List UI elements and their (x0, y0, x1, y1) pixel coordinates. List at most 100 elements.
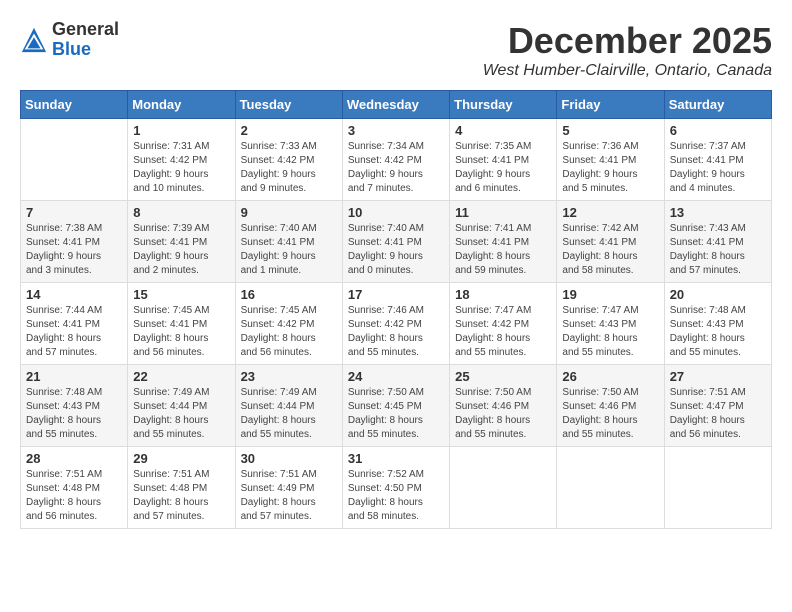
day-info: Sunrise: 7:47 AM Sunset: 4:43 PM Dayligh… (562, 304, 658, 360)
calendar-cell (21, 119, 128, 201)
day-info: Sunrise: 7:41 AM Sunset: 4:41 PM Dayligh… (455, 222, 551, 278)
calendar: SundayMondayTuesdayWednesdayThursdayFrid… (20, 90, 772, 529)
day-info: Sunrise: 7:37 AM Sunset: 4:41 PM Dayligh… (670, 140, 766, 196)
calendar-cell: 9 Sunrise: 7:40 AM Sunset: 4:41 PM Daylig… (235, 201, 342, 283)
day-info: Sunrise: 7:51 AM Sunset: 4:48 PM Dayligh… (133, 468, 229, 524)
day-number: 27 (670, 369, 766, 384)
month-title: December 2025 (483, 20, 772, 62)
calendar-cell: 27 Sunrise: 7:51 AM Sunset: 4:47 PM Dayli… (664, 365, 771, 447)
calendar-cell: 26 Sunrise: 7:50 AM Sunset: 4:46 PM Dayli… (557, 365, 664, 447)
calendar-cell: 20Sunrise: 7:48 AM Sunset: 4:43 PM Dayli… (664, 283, 771, 365)
calendar-cell: 23 Sunrise: 7:49 AM Sunset: 4:44 PM Dayli… (235, 365, 342, 447)
day-number: 11 (455, 205, 551, 220)
calendar-week-row: 14Sunrise: 7:44 AM Sunset: 4:41 PM Dayli… (21, 283, 772, 365)
logo-general-text: General (52, 20, 119, 40)
day-info: Sunrise: 7:36 AM Sunset: 4:41 PM Dayligh… (562, 140, 658, 196)
day-number: 23 (241, 369, 337, 384)
calendar-cell: 17 Sunrise: 7:46 AM Sunset: 4:42 PM Dayli… (342, 283, 449, 365)
day-number: 26 (562, 369, 658, 384)
calendar-cell (450, 447, 557, 529)
calendar-header-friday: Friday (557, 91, 664, 119)
calendar-cell: 11 Sunrise: 7:41 AM Sunset: 4:41 PM Dayli… (450, 201, 557, 283)
day-number: 28 (26, 451, 122, 466)
day-number: 22 (133, 369, 229, 384)
calendar-cell: 2 Sunrise: 7:33 AM Sunset: 4:42 PM Daylig… (235, 119, 342, 201)
day-info: Sunrise: 7:33 AM Sunset: 4:42 PM Dayligh… (241, 140, 337, 196)
logo-blue-text: Blue (52, 40, 119, 60)
calendar-cell: 30Sunrise: 7:51 AM Sunset: 4:49 PM Dayli… (235, 447, 342, 529)
calendar-cell: 8Sunrise: 7:39 AM Sunset: 4:41 PM Daylig… (128, 201, 235, 283)
day-number: 5 (562, 123, 658, 138)
day-number: 9 (241, 205, 337, 220)
calendar-week-row: 1Sunrise: 7:31 AM Sunset: 4:42 PM Daylig… (21, 119, 772, 201)
day-number: 21 (26, 369, 122, 384)
calendar-cell: 25Sunrise: 7:50 AM Sunset: 4:46 PM Dayli… (450, 365, 557, 447)
calendar-cell: 19 Sunrise: 7:47 AM Sunset: 4:43 PM Dayli… (557, 283, 664, 365)
calendar-cell (664, 447, 771, 529)
day-number: 13 (670, 205, 766, 220)
day-info: Sunrise: 7:51 AM Sunset: 4:49 PM Dayligh… (241, 468, 337, 524)
day-info: Sunrise: 7:52 AM Sunset: 4:50 PM Dayligh… (348, 468, 444, 524)
day-info: Sunrise: 7:40 AM Sunset: 4:41 PM Dayligh… (348, 222, 444, 278)
calendar-cell: 13 Sunrise: 7:43 AM Sunset: 4:41 PM Dayli… (664, 201, 771, 283)
day-number: 16 (241, 287, 337, 302)
day-number: 31 (348, 451, 444, 466)
location-title: West Humber-Clairville, Ontario, Canada (483, 62, 772, 80)
day-info: Sunrise: 7:49 AM Sunset: 4:44 PM Dayligh… (241, 386, 337, 442)
day-info: Sunrise: 7:48 AM Sunset: 4:43 PM Dayligh… (26, 386, 122, 442)
calendar-cell: 1Sunrise: 7:31 AM Sunset: 4:42 PM Daylig… (128, 119, 235, 201)
day-info: Sunrise: 7:50 AM Sunset: 4:46 PM Dayligh… (455, 386, 551, 442)
logo: General Blue (20, 20, 119, 60)
calendar-week-row: 28 Sunrise: 7:51 AM Sunset: 4:48 PM Dayli… (21, 447, 772, 529)
day-info: Sunrise: 7:47 AM Sunset: 4:42 PM Dayligh… (455, 304, 551, 360)
day-info: Sunrise: 7:45 AM Sunset: 4:42 PM Dayligh… (241, 304, 337, 360)
day-info: Sunrise: 7:46 AM Sunset: 4:42 PM Dayligh… (348, 304, 444, 360)
day-info: Sunrise: 7:45 AM Sunset: 4:41 PM Dayligh… (133, 304, 229, 360)
calendar-cell: 21 Sunrise: 7:48 AM Sunset: 4:43 PM Dayli… (21, 365, 128, 447)
day-info: Sunrise: 7:43 AM Sunset: 4:41 PM Dayligh… (670, 222, 766, 278)
day-info: Sunrise: 7:42 AM Sunset: 4:41 PM Dayligh… (562, 222, 658, 278)
day-number: 2 (241, 123, 337, 138)
day-number: 6 (670, 123, 766, 138)
calendar-header-monday: Monday (128, 91, 235, 119)
day-number: 18 (455, 287, 551, 302)
day-number: 20 (670, 287, 766, 302)
calendar-cell: 3Sunrise: 7:34 AM Sunset: 4:42 PM Daylig… (342, 119, 449, 201)
calendar-header-sunday: Sunday (21, 91, 128, 119)
day-info: Sunrise: 7:51 AM Sunset: 4:47 PM Dayligh… (670, 386, 766, 442)
calendar-cell: 16 Sunrise: 7:45 AM Sunset: 4:42 PM Dayli… (235, 283, 342, 365)
day-info: Sunrise: 7:34 AM Sunset: 4:42 PM Dayligh… (348, 140, 444, 196)
day-number: 15 (133, 287, 229, 302)
day-info: Sunrise: 7:49 AM Sunset: 4:44 PM Dayligh… (133, 386, 229, 442)
calendar-header-tuesday: Tuesday (235, 91, 342, 119)
calendar-cell: 28 Sunrise: 7:51 AM Sunset: 4:48 PM Dayli… (21, 447, 128, 529)
calendar-week-row: 7 Sunrise: 7:38 AM Sunset: 4:41 PM Daylig… (21, 201, 772, 283)
calendar-cell: 6 Sunrise: 7:37 AM Sunset: 4:41 PM Daylig… (664, 119, 771, 201)
day-number: 7 (26, 205, 122, 220)
calendar-cell: 22 Sunrise: 7:49 AM Sunset: 4:44 PM Dayli… (128, 365, 235, 447)
day-number: 19 (562, 287, 658, 302)
calendar-cell: 10Sunrise: 7:40 AM Sunset: 4:41 PM Dayli… (342, 201, 449, 283)
day-number: 17 (348, 287, 444, 302)
calendar-cell: 31 Sunrise: 7:52 AM Sunset: 4:50 PM Dayli… (342, 447, 449, 529)
title-area: December 2025 West Humber-Clairville, On… (483, 20, 772, 80)
calendar-cell: 12 Sunrise: 7:42 AM Sunset: 4:41 PM Dayli… (557, 201, 664, 283)
calendar-cell: 18 Sunrise: 7:47 AM Sunset: 4:42 PM Dayli… (450, 283, 557, 365)
day-number: 1 (133, 123, 229, 138)
calendar-header-thursday: Thursday (450, 91, 557, 119)
day-number: 4 (455, 123, 551, 138)
calendar-cell: 14Sunrise: 7:44 AM Sunset: 4:41 PM Dayli… (21, 283, 128, 365)
calendar-cell: 5 Sunrise: 7:36 AM Sunset: 4:41 PM Daylig… (557, 119, 664, 201)
day-number: 24 (348, 369, 444, 384)
calendar-cell: 15 Sunrise: 7:45 AM Sunset: 4:41 PM Dayli… (128, 283, 235, 365)
day-info: Sunrise: 7:39 AM Sunset: 4:41 PM Dayligh… (133, 222, 229, 278)
calendar-cell: 24Sunrise: 7:50 AM Sunset: 4:45 PM Dayli… (342, 365, 449, 447)
day-info: Sunrise: 7:50 AM Sunset: 4:46 PM Dayligh… (562, 386, 658, 442)
day-info: Sunrise: 7:51 AM Sunset: 4:48 PM Dayligh… (26, 468, 122, 524)
calendar-cell: 4Sunrise: 7:35 AM Sunset: 4:41 PM Daylig… (450, 119, 557, 201)
day-info: Sunrise: 7:40 AM Sunset: 4:41 PM Dayligh… (241, 222, 337, 278)
header-area: General Blue December 2025 West Humber-C… (20, 20, 772, 80)
logo-icon (20, 26, 48, 54)
day-number: 12 (562, 205, 658, 220)
day-info: Sunrise: 7:38 AM Sunset: 4:41 PM Dayligh… (26, 222, 122, 278)
